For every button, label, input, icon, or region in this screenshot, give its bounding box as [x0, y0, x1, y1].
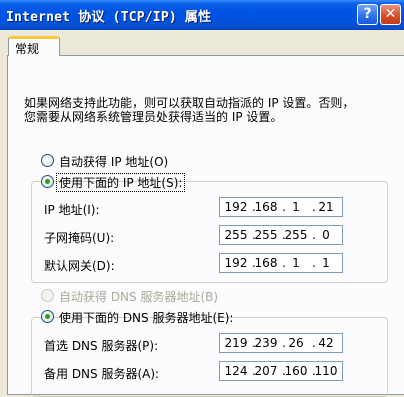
radio-manual-dns-label: 使用下面的 DNS 服务器地址(E): [59, 311, 234, 325]
ip-octet: 168 [254, 256, 278, 270]
radio-manual-ip-label: 使用下面的 IP 地址(S): [55, 173, 186, 192]
ip-octet: 1 [322, 256, 330, 270]
ip-address-label: IP 地址(I): [44, 203, 100, 217]
alternate-dns-input[interactable]: 124 . 207 . 160 . 110 [219, 361, 343, 381]
ip-octet: 255 [224, 228, 248, 242]
close-icon: ✕ [384, 6, 397, 22]
subnet-mask-label: 子网掩码(U): [44, 231, 115, 245]
intro-line-1: 如果网络支持此功能，则可以获取自动指派的 IP 设置。否则， [24, 96, 355, 110]
dns-server-group [31, 317, 388, 397]
radio-auto-ip-button[interactable] [41, 154, 54, 167]
intro-line-2: 您需要从网络系统管理员处获得适当的 IP 设置。 [24, 110, 283, 124]
ip-octet: 255 [254, 228, 278, 242]
ip-octet: 255 [284, 228, 308, 242]
help-button[interactable]: ? [357, 4, 378, 25]
radio-manual-dns-button[interactable] [41, 310, 54, 323]
subnet-mask-input[interactable]: 255 . 255 . 255 . 0 [219, 225, 343, 245]
ip-octet: 207 [254, 364, 278, 378]
window-title: Internet 协议 (TCP/IP) 属性 [6, 10, 212, 25]
ip-octet: 239 [254, 336, 278, 350]
radio-auto-dns-label: 自动获得 DNS 服务器地址(B) [59, 290, 219, 304]
tab-panel-general: 如果网络支持此功能，则可以获取自动指派的 IP 设置。否则， 您需要从网络系统管… [7, 55, 404, 397]
title-bar[interactable]: Internet 协议 (TCP/IP) 属性 ? ✕ [0, 0, 404, 30]
dialog-body: 常规 如果网络支持此功能，则可以获取自动指派的 IP 设置。否则， 您需要从网络… [0, 30, 404, 397]
radio-manual-ip[interactable]: 使用下面的 IP 地址(S): [41, 173, 186, 192]
preferred-dns-input[interactable]: 219 . 239 . 26 . 42 [219, 333, 343, 353]
radio-manual-dns[interactable]: 使用下面的 DNS 服务器地址(E): [41, 309, 233, 325]
ip-octet: 110 [314, 364, 338, 378]
ip-octet: 168 [254, 200, 278, 214]
default-gateway-label: 默认网关(D): [44, 259, 115, 273]
ip-octet: 192 [224, 256, 248, 270]
radio-auto-dns-button[interactable] [41, 289, 54, 302]
ip-octet: 26 [288, 336, 304, 350]
ip-octet: 1 [292, 200, 300, 214]
radio-manual-ip-button[interactable] [41, 175, 54, 188]
ip-octet: 42 [318, 336, 334, 350]
default-gateway-input[interactable]: 192 . 168 . 1 . 1 [219, 253, 343, 273]
ip-octet: 21 [318, 200, 334, 214]
ip-octet: 0 [322, 228, 330, 242]
ip-octet: 219 [224, 336, 248, 350]
tab-general[interactable]: 常规 [8, 36, 60, 56]
ip-octet: 160 [284, 364, 308, 378]
ip-octet: 1 [292, 256, 300, 270]
help-icon: ? [363, 6, 372, 22]
tab-general-label: 常规 [15, 42, 40, 56]
ip-octet: 124 [224, 364, 248, 378]
close-button[interactable]: ✕ [380, 4, 401, 25]
ip-octet: 192 [224, 200, 248, 214]
radio-auto-ip-label: 自动获得 IP 地址(O) [59, 155, 169, 169]
alternate-dns-label: 备用 DNS 服务器(A): [44, 367, 160, 381]
ip-address-input[interactable]: 192 . 168 . 1 . 21 [219, 197, 343, 217]
preferred-dns-label: 首选 DNS 服务器(P): [44, 339, 159, 353]
